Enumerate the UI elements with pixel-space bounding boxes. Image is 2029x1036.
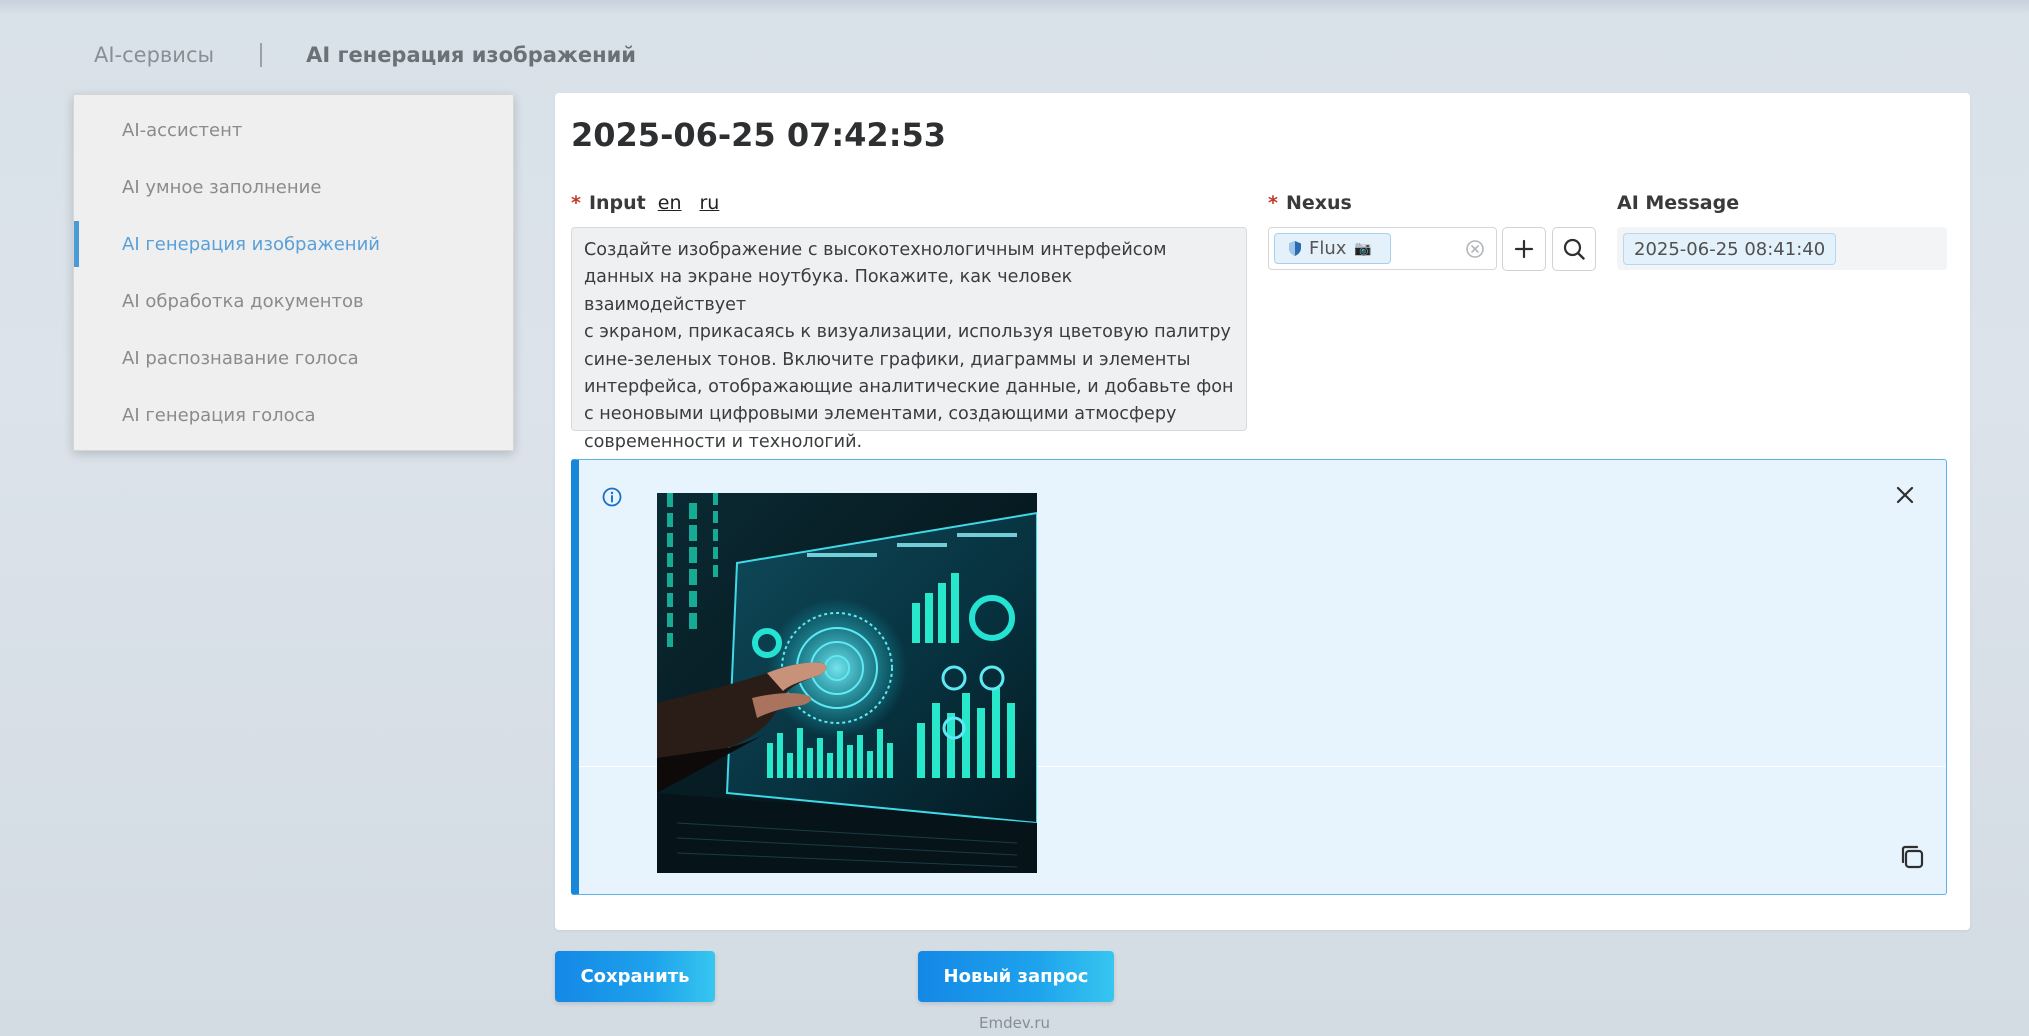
clear-icon[interactable]: [1465, 239, 1485, 259]
lang-ru-link[interactable]: ru: [699, 192, 719, 214]
input-label: * Input en ru: [571, 192, 719, 214]
breadcrumb-root[interactable]: AI-сервисы: [94, 43, 214, 67]
nexus-label-text: Nexus: [1285, 192, 1352, 214]
result-panel: [571, 459, 1947, 895]
search-nexus-button[interactable]: [1552, 227, 1596, 271]
sidebar-item-smart-fill[interactable]: AI умное заполнение: [74, 164, 513, 210]
camera-icon: 📷: [1354, 240, 1372, 257]
breadcrumb-current: AI генерация изображений: [306, 43, 637, 67]
nexus-label: * Nexus: [1268, 192, 1352, 214]
page-title: 2025-06-25 07:42:53: [571, 116, 947, 154]
nexus-tag-label: Flux: [1309, 238, 1347, 259]
required-mark: *: [571, 192, 581, 214]
generated-image[interactable]: [657, 493, 1037, 873]
sidebar-item-label: AI-ассистент: [122, 119, 243, 141]
plus-icon: [1514, 239, 1534, 259]
add-nexus-button[interactable]: [1502, 227, 1546, 271]
sidebar-item-label: AI генерация изображений: [122, 233, 380, 255]
ai-message-field[interactable]: 2025-06-25 08:41:40: [1617, 227, 1947, 270]
sidebar-item-voice-recognition[interactable]: AI распознавание голоса: [74, 335, 513, 381]
nexus-tag[interactable]: Flux 📷: [1274, 233, 1391, 264]
new-request-button[interactable]: Новый запрос: [918, 951, 1114, 1002]
shield-icon: [1289, 241, 1301, 256]
sidebar-item-label: AI умное заполнение: [122, 176, 322, 198]
nexus-select[interactable]: Flux 📷: [1268, 227, 1497, 270]
input-label-text: Input: [588, 192, 646, 214]
lang-en-link[interactable]: en: [658, 192, 682, 214]
sidebar-item-document-processing[interactable]: AI обработка документов: [74, 278, 513, 324]
copy-icon[interactable]: [1898, 843, 1926, 871]
ai-message-tag[interactable]: 2025-06-25 08:41:40: [1623, 233, 1837, 265]
sidebar-item-label: AI обработка документов: [122, 290, 364, 312]
sidebar: AI-ассистент AI умное заполнение AI гене…: [73, 94, 514, 451]
breadcrumb-separator: [260, 43, 263, 67]
close-icon[interactable]: [1894, 484, 1916, 506]
save-button[interactable]: Сохранить: [555, 951, 715, 1002]
sidebar-item-label: AI распознавание голоса: [122, 347, 359, 369]
generated-image-art: [657, 493, 1037, 873]
sidebar-item-label: AI генерация голоса: [122, 404, 316, 426]
sidebar-item-ai-assistant[interactable]: AI-ассистент: [74, 107, 513, 153]
ai-message-label-text: AI Message: [1617, 192, 1740, 214]
input-textarea[interactable]: Создайте изображение с высокотехнологичн…: [571, 227, 1247, 452]
sidebar-item-voice-generation[interactable]: AI генерация голоса: [74, 392, 513, 438]
footer-text[interactable]: Emdev.ru: [0, 1014, 2029, 1032]
sidebar-item-image-generation[interactable]: AI генерация изображений: [74, 221, 513, 267]
breadcrumb: AI-сервисы AI генерация изображений: [94, 40, 636, 70]
ai-message-label: AI Message: [1617, 192, 1739, 214]
main-card: 2025-06-25 07:42:53 * Input en ru Создай…: [555, 93, 1970, 930]
info-icon: [602, 487, 622, 507]
search-icon: [1563, 238, 1585, 260]
required-mark: *: [1268, 192, 1278, 214]
